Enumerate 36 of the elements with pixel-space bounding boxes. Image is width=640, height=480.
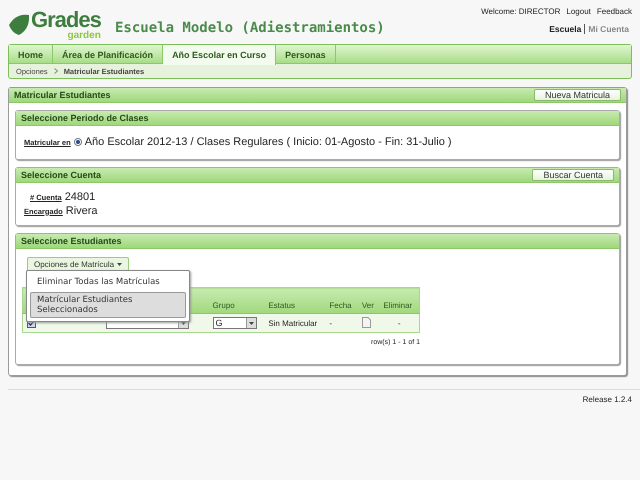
new-enrollment-button[interactable]: Nueva Matricula [534,89,621,101]
column-header: Eliminar [379,288,420,314]
account-link[interactable]: Escuela [546,24,584,34]
chevron-icon [54,68,58,74]
nav-tab[interactable]: Año Escolar en Curso [163,45,276,65]
header-link[interactable]: Feedback [596,7,632,16]
period-option: Año Escolar 2012-13 / Clases Regulares ( Inicio: 01-Agosto - Fin: 31-Julio ) [84,136,452,148]
field-value: 24801 [64,191,96,203]
caret-icon [248,322,254,324]
field-value: Rivera [66,205,98,217]
group-select[interactable]: G [212,317,256,329]
section-title: Seleccione Periodo de Clases [21,113,149,123]
search-account-button[interactable]: Buscar Cuenta [532,169,614,181]
site-title: Escuela Modelo (Adiestramientos) [115,20,385,36]
section-title: Seleccione Cuenta [21,170,102,180]
panel-title: Matricular Estudiantes [14,90,111,100]
column-header: Fecha [325,288,358,314]
nav-tab[interactable]: Home [9,45,54,64]
delete-cell: - [379,314,420,332]
column-header: Ver [358,288,380,314]
radio-button[interactable] [74,138,82,146]
column-header: Estatus [264,288,326,314]
caret-icon [117,263,122,266]
nav-tab[interactable]: Personas [276,45,336,64]
header-link[interactable]: Logout [566,7,591,16]
menu-item[interactable]: Matrícular Estudiantes Seleccionados [30,292,186,318]
status-cell: Sin Matricular [264,314,326,332]
leaf-icon [8,12,30,36]
document-icon[interactable] [362,316,371,328]
logo-text: Grades [31,8,101,30]
date-cell: - [325,314,358,332]
logo-subtext: garden [67,30,101,40]
welcome-text: Welcome: DIRECTOR [481,7,560,16]
column-header: Grupo [208,288,264,314]
release-text: Release 1.2.4 [582,395,632,404]
section-title: Seleccione Estudiantes [21,236,122,246]
